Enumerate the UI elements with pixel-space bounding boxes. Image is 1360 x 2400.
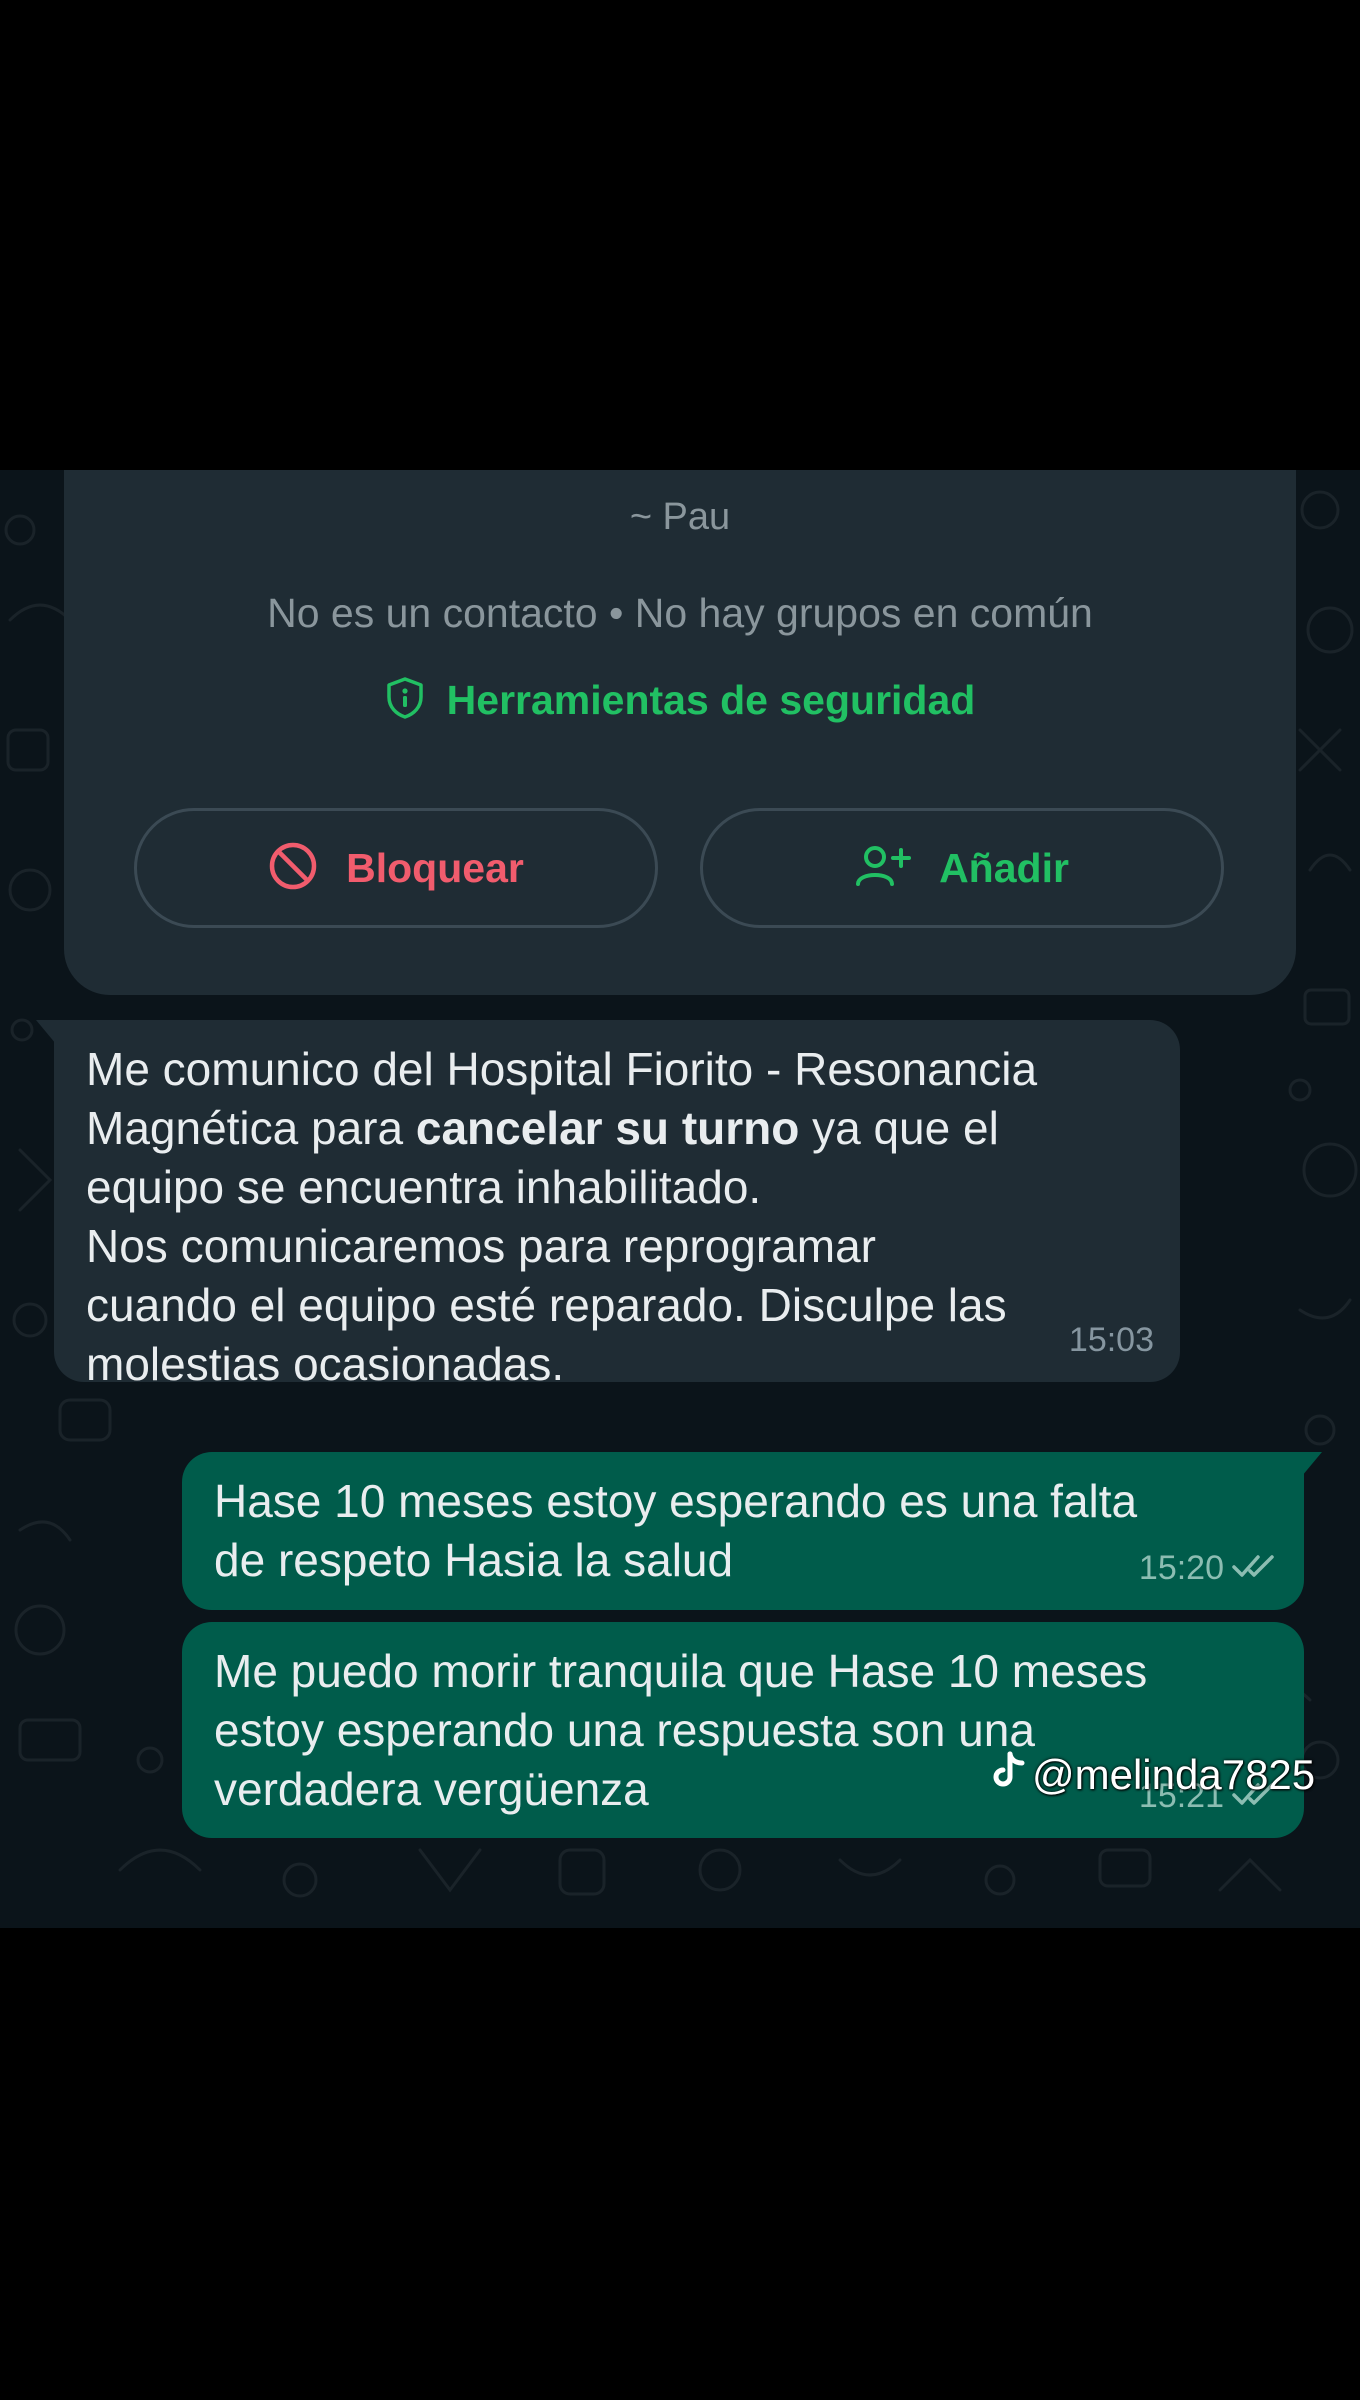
outgoing-message[interactable]: Hase 10 meses estoy esperando es una fal… (182, 1452, 1322, 1610)
safety-tools-link[interactable]: Herramientas de seguridad (64, 676, 1296, 725)
message-text: Hase 10 meses estoy esperando es una fal… (214, 1475, 1138, 1586)
message-time: 15:20 (1139, 1539, 1278, 1598)
tiktok-icon (992, 1750, 1026, 1800)
add-contact-button[interactable]: Añadir (700, 808, 1224, 928)
block-icon (268, 841, 318, 896)
contact-info-card: ~ Pau No es un contacto • No hay grupos … (64, 470, 1296, 995)
message-time: 15:03 (1068, 1321, 1154, 1359)
message-text: Me comunico del Hospital Fiorito - Reson… (86, 1043, 1038, 1390)
block-button[interactable]: Bloquear (134, 808, 658, 928)
add-contact-label: Añadir (939, 844, 1069, 891)
bubble-tail (1302, 1452, 1322, 1476)
bold-text: cancelar su turno (415, 1102, 800, 1154)
block-button-label: Bloquear (346, 844, 524, 891)
contact-status-text: No es un contacto • No hay grupos en com… (267, 590, 1093, 636)
tiktok-watermark: @melinda7825 (992, 1750, 1315, 1800)
contact-name: ~ Pau (629, 496, 731, 538)
shield-info-icon (385, 676, 425, 725)
outgoing-message[interactable]: Me puedo morir tranquila que Hase 10 mes… (182, 1622, 1304, 1838)
add-person-icon (855, 844, 912, 893)
double-check-icon (1232, 1539, 1278, 1598)
bubble-tail (36, 1020, 56, 1044)
safety-tools-label: Herramientas de seguridad (446, 677, 976, 723)
incoming-message[interactable]: Me comunico del Hospital Fiorito - Reson… (36, 1020, 1180, 1390)
watermark-handle: @melinda7825 (1032, 1751, 1316, 1798)
chat-area[interactable]: ~ Pau No es un contacto • No hay grupos … (0, 470, 1360, 1928)
